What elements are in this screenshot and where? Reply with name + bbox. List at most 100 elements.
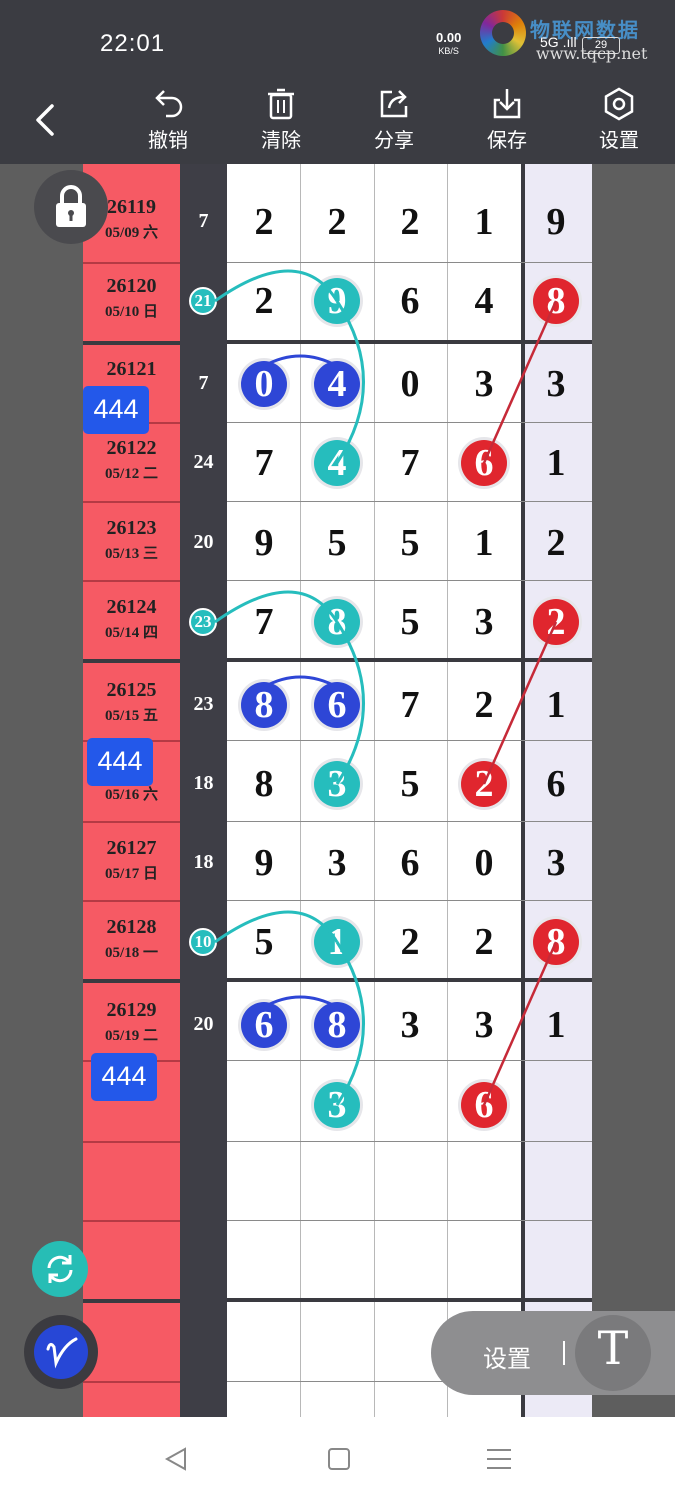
grid-row-divider — [227, 1298, 592, 1302]
grid-row-divider — [227, 1220, 592, 1221]
issue-row-divider — [83, 580, 180, 582]
issue-row-divider — [83, 1299, 180, 1303]
issue-date: 05/15 五 — [105, 708, 158, 724]
highlighted-digit: 6 — [241, 1002, 287, 1048]
grid-divider — [300, 164, 301, 1417]
digit-cell: 1 — [474, 201, 494, 243]
tag-444[interactable]: 444 — [87, 738, 153, 786]
trash-icon — [268, 88, 294, 120]
square-home-icon — [328, 1448, 350, 1470]
digit-cell: 3 — [474, 363, 494, 405]
issue-row-divider — [83, 900, 180, 902]
digit-cell: 4 — [474, 280, 494, 322]
digit-cell: 6 — [400, 280, 420, 322]
nav-home-button[interactable] — [318, 1441, 358, 1477]
issue-number: 26122 — [106, 437, 157, 459]
signal-icon: 5G .ıll — [540, 34, 577, 50]
grid-row-divider — [227, 978, 592, 982]
digit-cell: 3 — [400, 1004, 420, 1046]
share-button[interactable]: 分享 — [354, 86, 434, 153]
digit-cell: 7 — [400, 442, 420, 484]
digit-cell: 5 — [400, 522, 420, 564]
issue-row-divider — [83, 501, 180, 503]
tag-444[interactable]: 444 — [91, 1053, 157, 1101]
highlighted-digit: 9 — [314, 278, 360, 324]
issue-date: 05/10 日 — [105, 304, 158, 320]
digit-cell: 7 — [400, 684, 420, 726]
share-label: 分享 — [374, 130, 414, 152]
settings-pill[interactable]: 设置 T — [431, 1311, 675, 1395]
nav-menu-button[interactable] — [479, 1441, 519, 1477]
grid-row-divider — [227, 1060, 592, 1061]
issue-row-divider — [83, 1381, 180, 1383]
undo-icon — [155, 90, 183, 118]
grid-divider — [447, 164, 448, 1417]
lock-button[interactable] — [34, 170, 108, 244]
sum-value-badge: 23 — [189, 608, 217, 636]
toolbar: 撤销 清除 分享 保存 设置 — [0, 82, 675, 164]
digit-cell: 3 — [474, 1004, 494, 1046]
pill-settings-label[interactable]: 设置 — [483, 1339, 531, 1374]
sum-value: 23 — [193, 693, 214, 715]
issue-row-divider — [83, 821, 180, 823]
save-button[interactable]: 保存 — [467, 86, 547, 153]
issue-number: 26123 — [106, 517, 157, 539]
grid-row-divider — [227, 340, 592, 344]
settings-button[interactable]: 设置 — [579, 86, 659, 153]
digit-cell: 3 — [546, 842, 566, 884]
issue-number: 26124 — [106, 596, 157, 618]
digit-cell: 7 — [254, 601, 274, 643]
digit-cell: 0 — [400, 363, 420, 405]
highlighted-digit: 3 — [314, 1082, 360, 1128]
tag-444[interactable]: 444 — [83, 386, 149, 434]
highlighted-digit: 6 — [461, 440, 507, 486]
issue-cell: 26120 05/10 日 — [83, 275, 180, 321]
gear-icon — [604, 87, 634, 121]
nav-back-button[interactable] — [157, 1441, 197, 1477]
issue-row-divider — [83, 1220, 180, 1222]
issue-row-divider — [83, 262, 180, 264]
grid-row-divider — [227, 422, 592, 423]
highlighted-digit: 8 — [314, 599, 360, 645]
issue-cell: 26125 05/15 五 — [83, 679, 180, 725]
digit-cell: 2 — [254, 280, 274, 322]
digit-cell: 9 — [546, 201, 566, 243]
issue-row-divider — [83, 659, 180, 663]
clear-button[interactable]: 清除 — [241, 86, 321, 153]
refresh-button[interactable] — [32, 1241, 88, 1297]
digit-cell: 3 — [327, 842, 347, 884]
undo-button[interactable]: 撤销 — [128, 86, 208, 153]
lock-icon — [56, 185, 86, 227]
issue-number: 26127 — [106, 837, 157, 859]
grid-row-divider — [227, 262, 592, 263]
digit-cell: 0 — [474, 842, 494, 884]
trend-chart-grid[interactable]: 26119 05/09 六 7 2 2 2 1 9 26120 05/10 日 21 2 9 6 4 8 261… — [0, 164, 675, 1417]
issue-date: 05/13 三 — [105, 546, 158, 562]
digit-cell: 8 — [254, 763, 274, 805]
pen-button[interactable] — [24, 1315, 98, 1389]
text-tool-button[interactable]: T — [575, 1315, 651, 1391]
digit-cell: 1 — [546, 684, 566, 726]
issue-cell: 26127 05/17 日 — [83, 837, 180, 883]
issue-cell: 26128 05/18 一 — [83, 916, 180, 962]
back-button[interactable] — [26, 100, 66, 140]
digit-cell: 2 — [546, 522, 566, 564]
digit-cell: 5 — [327, 522, 347, 564]
net-speed: 0.00 KB/S — [436, 31, 461, 57]
battery-icon: 29 — [582, 37, 620, 54]
sum-value-badge: 10 — [189, 928, 217, 956]
refresh-icon — [47, 1255, 73, 1283]
highlighted-digit: 2 — [461, 761, 507, 807]
sum-value: 20 — [193, 1013, 214, 1035]
issue-cell: 26121 — [83, 358, 180, 383]
highlighted-digit: 8 — [533, 919, 579, 965]
digit-cell: 1 — [546, 442, 566, 484]
digit-cell: 9 — [254, 522, 274, 564]
highlighted-digit: 1 — [314, 919, 360, 965]
issue-date: 05/12 二 — [105, 466, 158, 482]
system-nav-bar — [0, 1417, 675, 1500]
grid-row-divider — [227, 580, 592, 581]
digit-cell: 2 — [400, 921, 420, 963]
issue-row-divider — [83, 341, 180, 345]
highlighted-digit: 2 — [533, 599, 579, 645]
